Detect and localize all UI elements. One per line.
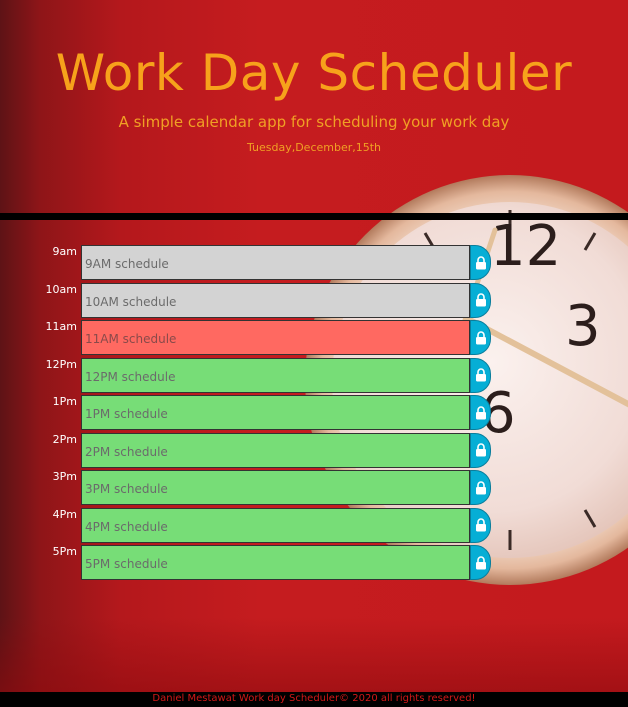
page-title: Work Day Scheduler: [55, 44, 573, 102]
schedule-textarea[interactable]: 3PM schedule: [81, 470, 470, 505]
hour-label: 11am: [45, 320, 77, 333]
lock-icon: [475, 480, 486, 494]
schedule-textarea[interactable]: 11AM schedule: [81, 320, 470, 355]
hour-label: 4Pm: [52, 507, 77, 521]
schedule-textarea[interactable]: 12PM schedule: [81, 357, 470, 393]
time-block-3pm: 3Pm 3PM schedule: [0, 470, 500, 508]
schedule-list: 9am 9AM schedule 10am 10AM schedule 11am…: [0, 245, 500, 583]
save-button[interactable]: [470, 320, 491, 355]
time-block-9am: 9am 9AM schedule: [0, 245, 500, 283]
lock-icon: [475, 405, 486, 419]
time-block-5pm: 5Pm 5PM schedule: [0, 545, 500, 583]
schedule-textarea[interactable]: 2PM schedule: [81, 432, 470, 468]
time-block-2pm: 2Pm 2PM schedule: [0, 432, 500, 471]
hour-label: 5Pm: [52, 545, 77, 558]
lock-icon: [475, 518, 486, 532]
lock-icon: [475, 443, 486, 457]
lock-icon: [475, 330, 486, 344]
save-button[interactable]: [470, 545, 491, 580]
svg-text:12: 12: [490, 214, 561, 279]
schedule-textarea[interactable]: 4PM schedule: [81, 507, 470, 543]
save-button[interactable]: [470, 432, 491, 468]
hour-label: 10am: [45, 282, 77, 296]
save-button[interactable]: [470, 245, 491, 280]
save-button[interactable]: [470, 282, 491, 318]
lock-icon: [475, 255, 486, 269]
hour-label: 3Pm: [52, 470, 77, 483]
schedule-textarea[interactable]: 10AM schedule: [81, 282, 470, 318]
lock-icon: [475, 293, 486, 307]
save-button[interactable]: [470, 357, 491, 393]
page-subtitle: A simple calendar app for scheduling you…: [118, 113, 510, 131]
save-button[interactable]: [470, 507, 491, 543]
schedule-textarea[interactable]: 5PM schedule: [81, 545, 470, 580]
page: 12 3 6 Work Day Scheduler A simple calen…: [0, 0, 628, 707]
time-block-11am: 11am 11AM schedule: [0, 320, 500, 358]
time-block-10am: 10am 10AM schedule: [0, 282, 500, 321]
save-button[interactable]: [470, 470, 491, 505]
header-divider: [0, 213, 628, 220]
hour-label: 1Pm: [52, 395, 77, 408]
hour-label: 2Pm: [52, 432, 77, 446]
time-block-4pm: 4Pm 4PM schedule: [0, 507, 500, 546]
schedule-textarea[interactable]: 1PM schedule: [81, 395, 470, 430]
save-button[interactable]: [470, 395, 491, 430]
svg-text:3: 3: [565, 294, 601, 359]
time-block-1pm: 1Pm 1PM schedule: [0, 395, 500, 433]
current-date: Tuesday,December,15th: [246, 141, 382, 154]
lock-icon: [475, 555, 486, 569]
hour-label: 12Pm: [45, 357, 77, 371]
hour-label: 9am: [52, 245, 77, 258]
lock-icon: [475, 368, 486, 382]
time-block-12pm: 12Pm 12PM schedule: [0, 357, 500, 396]
footer: Daniel Mestawat Work day Scheduler© 2020…: [0, 692, 628, 707]
schedule-textarea[interactable]: 9AM schedule: [81, 245, 470, 280]
